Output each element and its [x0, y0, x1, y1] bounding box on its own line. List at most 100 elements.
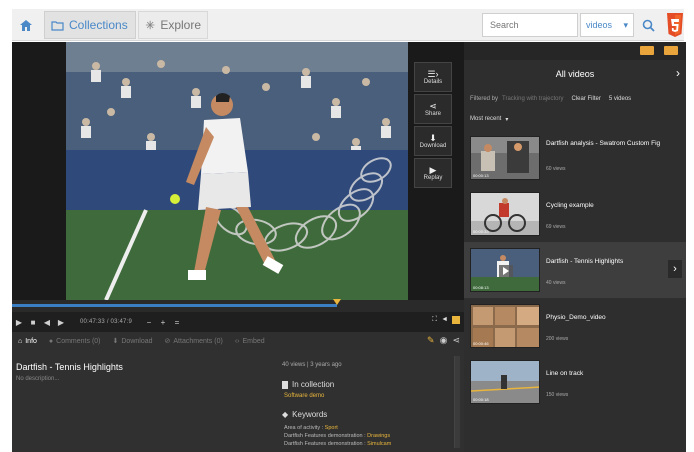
zoom-out-button[interactable]: −	[142, 318, 156, 327]
video-item-views: 200 views	[546, 336, 569, 342]
globe-icon[interactable]: ◉	[440, 335, 448, 346]
code-icon: ‹›	[234, 337, 240, 345]
collections-label: Collections	[69, 18, 128, 32]
video-item-title: Physio_Demo_video	[546, 314, 606, 321]
tab-info[interactable]: ⌂ Info	[12, 338, 43, 345]
home-button[interactable]	[12, 9, 40, 41]
keyword-key: Area of activity :	[284, 425, 325, 431]
sidebar-title: All videos	[555, 69, 595, 79]
folder-icon	[51, 20, 64, 31]
timeline-playhead[interactable]	[333, 299, 342, 305]
list-item[interactable]: 00:08:13 Dartfish - Tennis Highlights 40…	[464, 242, 686, 298]
video-frame[interactable]	[66, 42, 408, 300]
explore-label: Explore	[160, 18, 201, 32]
share-icon: ⋖	[429, 101, 437, 111]
chevron-right-icon[interactable]: ›	[676, 66, 680, 80]
download-button[interactable]: ⬇ Download	[414, 126, 452, 156]
keyword-value[interactable]: Drawings	[367, 433, 390, 439]
explore-tab[interactable]: Explore	[138, 11, 208, 39]
sort-value: Most recent	[470, 116, 502, 122]
tab-attachments-label: Attachments (0)	[173, 337, 223, 345]
video-list-sidebar: All videos › Filtered by Tracking with t…	[464, 42, 686, 452]
step-forward-button[interactable]: ▶	[54, 318, 68, 327]
stop-button[interactable]: ■	[26, 318, 40, 327]
video-duration: 00:00:18	[473, 397, 489, 402]
video-duration: 00:00:33	[473, 229, 489, 234]
search-button[interactable]	[636, 13, 660, 37]
in-collection-heading: In collection	[282, 380, 334, 389]
keyword-line: Area of activity : Sport	[284, 425, 338, 431]
info-tabs: ⌂ Info ● Comments (0) ⬇ Download ⊘ Attac…	[12, 332, 464, 350]
video-thumbnail: 00:00:46	[470, 304, 540, 348]
filter-value: Tracking with trajectory	[502, 96, 564, 102]
player-right-controls: ⛶ ◄	[432, 316, 460, 324]
download-icon: ⬇	[112, 338, 119, 345]
app-root: Collections Explore videos ▾	[0, 0, 694, 452]
timeline-progress	[12, 304, 338, 307]
video-duration: 00:00:13	[473, 173, 489, 178]
volume-icon[interactable]: ◄	[441, 316, 448, 324]
tab-download[interactable]: ⬇ Download	[107, 337, 159, 346]
clear-filter-button[interactable]: Clear Filter	[571, 96, 600, 102]
share-label: Share	[424, 111, 441, 117]
list-item[interactable]: 00:00:13 Dartfish analysis - Swatrom Cus…	[464, 130, 686, 186]
timecode-display: 00:47:33 / 03:47:9	[80, 319, 132, 325]
tab-attachments[interactable]: ⊘ Attachments (0)	[159, 337, 229, 346]
list-view-icon[interactable]	[664, 46, 678, 55]
book-icon	[282, 380, 288, 389]
video-duration: 00:08:13	[473, 285, 489, 290]
paperclip-icon: ⊘	[164, 338, 171, 345]
explore-icon	[145, 20, 155, 30]
list-icon: ☰›	[427, 69, 439, 79]
keyword-line: Dartfish Features demonstration : Simulc…	[284, 441, 391, 447]
search-scope-select[interactable]: videos ▾	[580, 13, 634, 37]
tab-embed[interactable]: ‹› Embed	[229, 338, 271, 345]
play-button[interactable]: ▶	[12, 318, 26, 327]
list-item[interactable]: 00:00:18 Line on track 150 views	[464, 354, 686, 410]
search-input[interactable]	[482, 13, 578, 37]
video-timeline[interactable]	[12, 299, 464, 312]
keyword-key: Dartfish Features demonstration :	[284, 441, 368, 447]
replay-button[interactable]: ▶ Replay	[414, 158, 452, 188]
step-back-button[interactable]: ◀	[40, 318, 54, 327]
home-icon	[20, 19, 32, 31]
tab-comments[interactable]: ● Comments (0)	[43, 338, 107, 345]
details-button[interactable]: ☰› Details	[414, 62, 452, 92]
speed-button[interactable]: =	[170, 318, 184, 327]
share-button[interactable]: ⋖ Share	[414, 94, 452, 124]
player-controls: ▶ ■ ◀ ▶ 00:47:33 / 03:47:9 − + = ⛶ ◄	[12, 312, 464, 332]
zoom-in-button[interactable]: +	[156, 318, 170, 327]
video-player: ☰› Details ⋖ Share ⬇ Download ▶ Replay	[12, 42, 464, 300]
list-item[interactable]: 00:00:46 Physio_Demo_video 200 views	[464, 298, 686, 354]
keywords-label: Keywords	[292, 410, 328, 419]
chevron-down-icon: ▾	[505, 117, 509, 123]
video-item-views: 69 views	[546, 224, 566, 230]
share-icon[interactable]: ⋖	[452, 335, 460, 346]
keyword-value[interactable]: Simulcam	[367, 441, 391, 447]
tab-info-label: Info	[25, 337, 37, 345]
chevron-right-icon[interactable]: ›	[668, 260, 682, 278]
video-title: Dartfish - Tennis Highlights	[16, 362, 123, 372]
list-item[interactable]: 00:00:33 Cycling example 69 views	[464, 186, 686, 242]
filter-row: Filtered by Tracking with trajectory Cle…	[470, 96, 684, 102]
pencil-icon[interactable]: ✎	[427, 335, 435, 346]
video-item-title: Cycling example	[546, 202, 594, 209]
sidebar-header: All videos ›	[464, 62, 686, 86]
video-description: No description...	[16, 376, 60, 382]
info-scrollbar[interactable]	[454, 356, 460, 448]
collection-link[interactable]: Software demo	[284, 393, 324, 399]
fullscreen-icon[interactable]: ⛶	[432, 316, 437, 324]
download-label: Download	[419, 143, 447, 149]
grid-view-icon[interactable]	[640, 46, 654, 55]
settings-icon[interactable]	[452, 316, 460, 324]
tennis-video-image	[66, 42, 408, 300]
video-item-title: Dartfish - Tennis Highlights	[546, 258, 624, 265]
collections-tab[interactable]: Collections	[44, 11, 136, 39]
video-meta: 40 views | 3 years ago	[282, 362, 342, 368]
keyword-value[interactable]: Sport	[325, 425, 338, 431]
video-item-views: 150 views	[546, 392, 569, 398]
video-duration: 00:00:46	[473, 341, 489, 346]
sidebar-toolbar	[464, 42, 686, 60]
video-count: 5 videos	[608, 96, 632, 102]
sort-select[interactable]: Most recent ▾	[470, 116, 508, 123]
